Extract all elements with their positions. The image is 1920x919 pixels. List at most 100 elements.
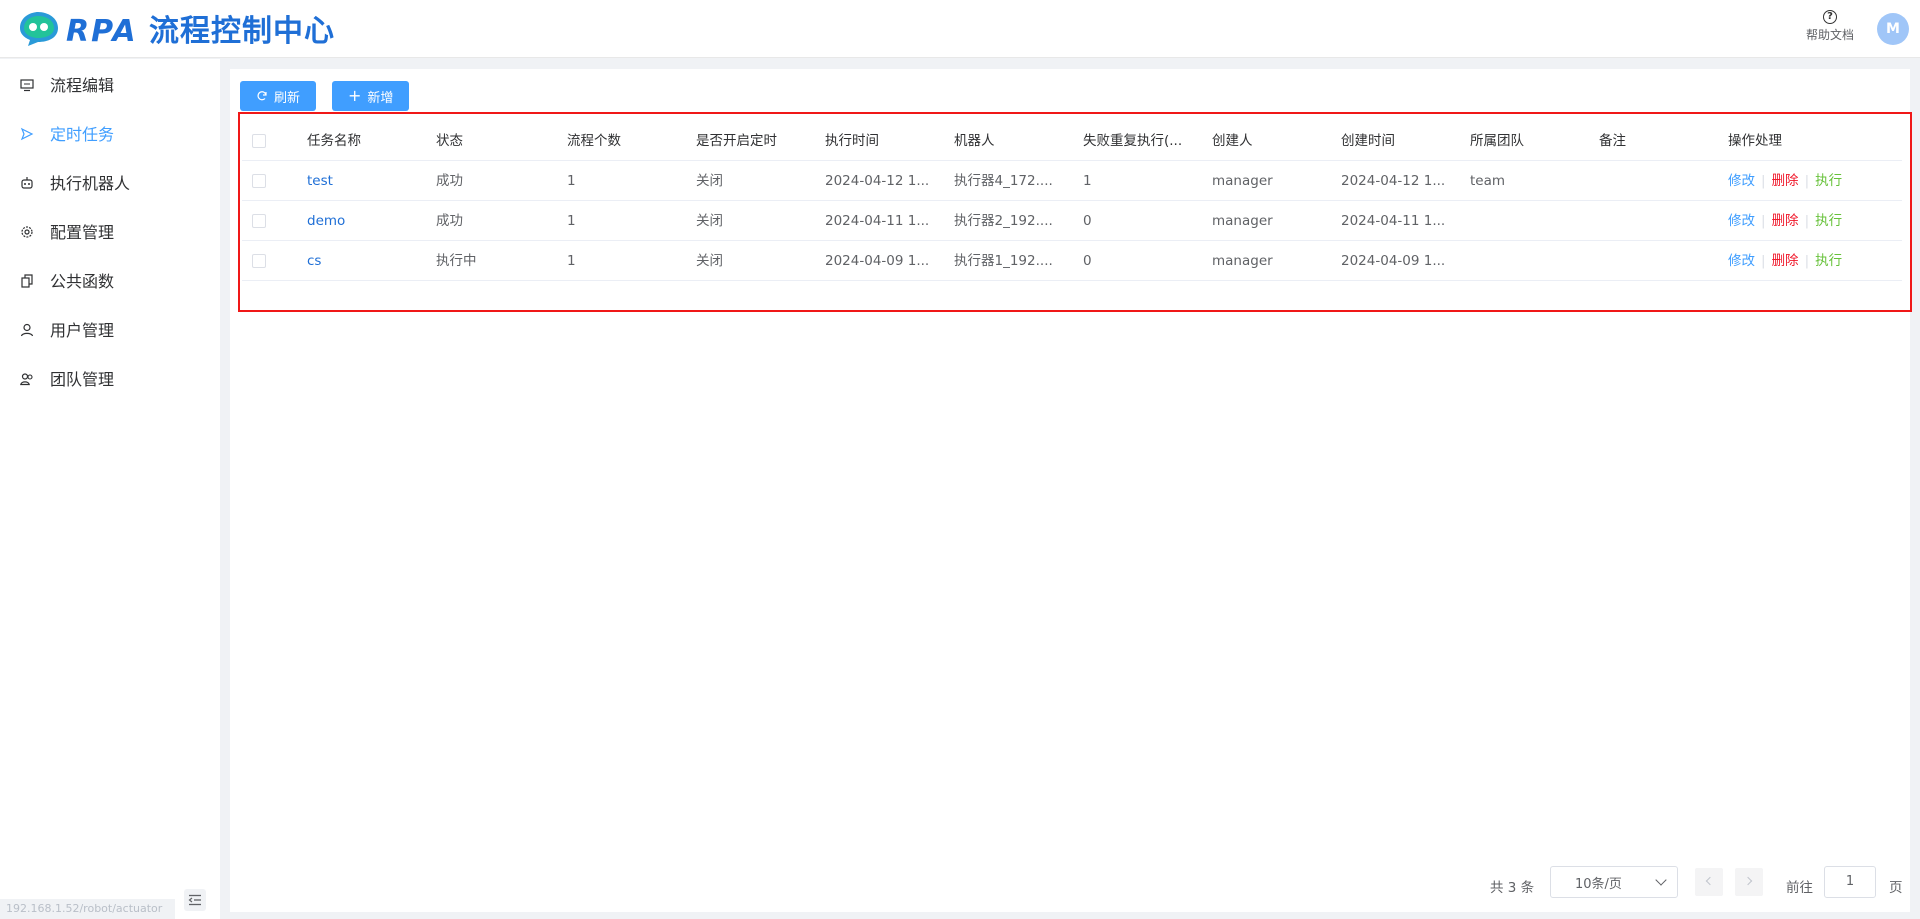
sidebar-item-label: 执行机器人 — [50, 173, 131, 193]
cell-exec-time: 2024-04-09 1... — [825, 253, 930, 269]
main-panel: 刷新 + 新增 任务名称 状态 流程个数 是否开启定时 执行时间 机器人 失败重… — [230, 69, 1912, 912]
col-header[interactable]: 机器人 — [954, 121, 1054, 161]
cell-retry: 0 — [1083, 253, 1092, 269]
cell-created-time: 2024-04-11 1... — [1341, 213, 1446, 229]
row-checkbox[interactable] — [252, 174, 266, 188]
chevron-left-icon — [1705, 876, 1715, 886]
cell-status: 执行中 — [436, 253, 477, 269]
task-name-link[interactable]: demo — [307, 201, 407, 241]
cell-robot: 执行器2_192.... — [954, 213, 1053, 229]
refresh-label: 刷新 — [274, 90, 301, 106]
col-header[interactable]: 执行时间 — [825, 121, 925, 161]
sidebar-item-label: 用户管理 — [50, 320, 115, 340]
page-size-value: 10条/页 — [1575, 876, 1622, 892]
col-header[interactable]: 是否开启定时 — [696, 121, 806, 161]
cell-created-time: 2024-04-09 1... — [1341, 253, 1446, 269]
sidebar-item-config[interactable]: 配置管理 — [0, 206, 220, 255]
col-header[interactable]: 备注 — [1599, 121, 1699, 161]
cell-team — [1470, 201, 1570, 241]
sidebar-item-label: 公共函数 — [50, 271, 115, 291]
cell-exec-time: 2024-04-11 1... — [825, 213, 930, 229]
app-logo[interactable]: RPA 流程控制中心 — [14, 8, 335, 49]
cell-robot: 执行器4_172.... — [954, 173, 1053, 189]
col-header[interactable]: 失败重复执行(... — [1083, 121, 1188, 161]
send-icon — [20, 126, 34, 140]
question-circle-icon: ? — [1823, 10, 1837, 24]
edit-link[interactable]: 修改 — [1728, 253, 1755, 269]
sidebar-item-label: 团队管理 — [50, 369, 115, 389]
edit-link[interactable]: 修改 — [1728, 213, 1755, 229]
row-checkbox[interactable] — [252, 254, 266, 268]
logo-rpa-text: RPA — [66, 14, 138, 49]
menu-fold-icon — [188, 894, 201, 906]
cell-timer: 关闭 — [696, 213, 723, 229]
sidebar-item-users[interactable]: 用户管理 — [0, 304, 220, 353]
task-name-link[interactable]: cs — [307, 241, 407, 281]
user-avatar[interactable]: M — [1877, 13, 1909, 45]
col-header[interactable]: 状态 — [436, 121, 536, 161]
cell-creator: manager — [1212, 253, 1273, 269]
run-link[interactable]: 执行 — [1815, 173, 1842, 189]
col-header[interactable]: 任务名称 — [307, 121, 407, 161]
cell-remark — [1599, 241, 1699, 281]
copy-icon — [20, 273, 34, 288]
sidebar-collapse-button[interactable] — [184, 889, 206, 911]
task-name-link[interactable]: test — [307, 161, 407, 201]
row-checkbox[interactable] — [252, 214, 266, 228]
cell-retry: 0 — [1083, 213, 1092, 229]
sidebar-item-functions[interactable]: 公共函数 — [0, 255, 220, 304]
edit-link[interactable]: 修改 — [1728, 173, 1755, 189]
cell-flow-count: 1 — [567, 213, 576, 229]
robot-logo-icon — [14, 8, 64, 48]
team-icon — [20, 371, 34, 385]
run-link[interactable]: 执行 — [1815, 253, 1842, 269]
pagination-page-suffix: 页 — [1889, 880, 1903, 896]
add-label: 新增 — [367, 90, 394, 106]
cell-team — [1470, 241, 1570, 281]
plus-icon: + — [348, 86, 362, 105]
page-size-select[interactable]: 10条/页 — [1550, 866, 1678, 898]
page-number-input[interactable]: 1 — [1824, 866, 1876, 898]
run-link[interactable]: 执行 — [1815, 213, 1842, 229]
help-docs-button[interactable]: ? 帮助文档 — [1800, 10, 1860, 43]
table-row[interactable]: cs 执行中 1 关闭 2024-04-09 1... 执行器1_192....… — [242, 241, 1902, 281]
refresh-button[interactable]: 刷新 — [240, 81, 317, 111]
sidebar-item-teams[interactable]: 团队管理 — [0, 353, 220, 402]
sidebar-item-label: 定时任务 — [50, 124, 115, 144]
next-page-button[interactable] — [1735, 868, 1763, 896]
sidebar-item-label: 流程编辑 — [50, 75, 115, 95]
delete-link[interactable]: 删除 — [1772, 173, 1799, 189]
table-row[interactable]: test 成功 1 关闭 2024-04-12 1... 执行器4_172...… — [242, 161, 1902, 201]
add-button[interactable]: + 新增 — [332, 81, 410, 111]
col-header[interactable]: 创建时间 — [1341, 121, 1441, 161]
col-header[interactable]: 流程个数 — [567, 121, 667, 161]
pagination-total: 共 3 条 — [1490, 880, 1535, 896]
app-header: RPA 流程控制中心 ? 帮助文档 M — [0, 0, 1920, 58]
col-header[interactable]: 所属团队 — [1470, 121, 1570, 161]
cell-flow-count: 1 — [567, 173, 576, 189]
delete-link[interactable]: 删除 — [1772, 253, 1799, 269]
table-header: 任务名称 状态 流程个数 是否开启定时 执行时间 机器人 失败重复执行(... … — [242, 121, 1902, 161]
cell-status: 成功 — [436, 213, 463, 229]
refresh-icon — [257, 91, 267, 101]
cell-remark — [1599, 161, 1699, 201]
sidebar: 流程编辑 定时任务 执行机器人 配置管理 公共函数 用户管理 团队管理 — [0, 59, 220, 919]
monitor-icon — [20, 77, 34, 91]
sidebar-item-scheduled-tasks[interactable]: 定时任务 — [0, 108, 220, 157]
sidebar-item-robots[interactable]: 执行机器人 — [0, 157, 220, 206]
cell-actions: 修改 | 删除 | 执行 — [1728, 213, 1843, 229]
col-header[interactable]: 创建人 — [1212, 121, 1312, 161]
gear-icon — [20, 224, 34, 238]
cell-robot: 执行器1_192.... — [954, 253, 1053, 269]
sidebar-item-flow-edit[interactable]: 流程编辑 — [0, 59, 220, 108]
col-header[interactable]: 操作处理 — [1728, 121, 1828, 161]
cell-creator: manager — [1212, 213, 1273, 229]
select-all-checkbox[interactable] — [252, 134, 266, 148]
prev-page-button[interactable] — [1695, 868, 1723, 896]
chevron-down-icon — [1655, 874, 1667, 886]
cell-retry: 1 — [1083, 173, 1092, 189]
robot-icon — [20, 175, 34, 189]
delete-link[interactable]: 删除 — [1772, 213, 1799, 229]
cell-actions: 修改 | 删除 | 执行 — [1728, 253, 1843, 269]
table-row[interactable]: demo 成功 1 关闭 2024-04-11 1... 执行器2_192...… — [242, 201, 1902, 241]
